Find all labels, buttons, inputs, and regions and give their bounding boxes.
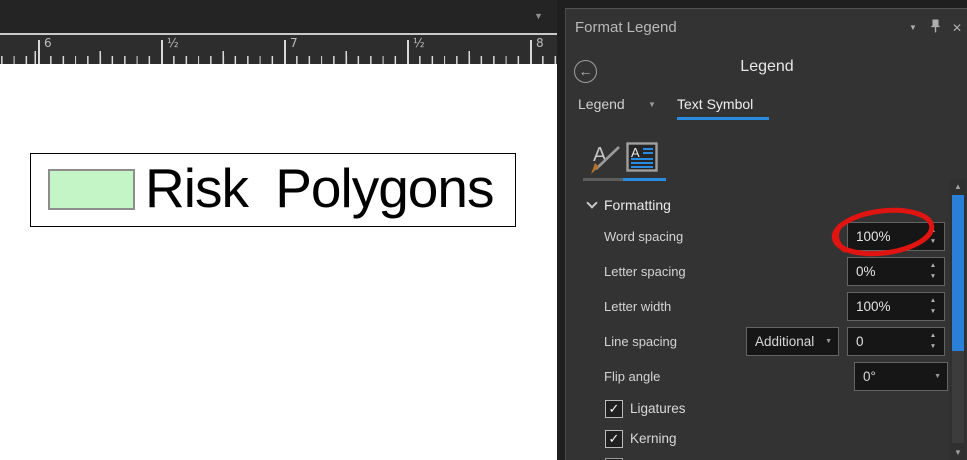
scroll-up-icon[interactable]: ▲ xyxy=(950,181,966,193)
spinner-up-icon[interactable]: ▲ xyxy=(926,225,940,236)
icon-tab-underline-active xyxy=(623,178,666,181)
view-dropdown-icon[interactable]: ▼ xyxy=(534,11,543,21)
section-formatting[interactable]: Formatting xyxy=(604,197,671,213)
ruler-label: ½ xyxy=(167,36,179,50)
tab-symbol-general[interactable]: A xyxy=(587,139,625,178)
ruler-label: 7 xyxy=(290,36,298,50)
ruler-mark: ½ xyxy=(407,35,447,64)
line-spacing-input[interactable]: 0 ▲ ▼ xyxy=(847,327,945,356)
icon-tab-underline-inactive xyxy=(583,178,623,181)
spinner-up-icon[interactable]: ▲ xyxy=(926,260,940,271)
paragraph-format-icon: A xyxy=(626,142,658,172)
line-spacing-value[interactable]: 0 xyxy=(856,334,864,349)
arcgis-pro-window: ▼ 6 ½ 7 ½ 8 Risk Polygons Format Legend … xyxy=(0,0,967,460)
chevron-down-icon[interactable] xyxy=(586,197,598,209)
word-spacing-label: Word spacing xyxy=(604,229,684,244)
ruler-mark: 8 xyxy=(530,35,557,64)
pane-menu-caret-icon[interactable]: ▼ xyxy=(904,19,922,37)
line-spacing-label: Line spacing xyxy=(604,334,677,349)
layout-view: ▼ 6 ½ 7 ½ 8 Risk Polygons xyxy=(0,0,557,460)
ruler-medium-ticks xyxy=(0,51,557,64)
flip-angle-label: Flip angle xyxy=(604,369,661,384)
word-spacing-value[interactable]: 100% xyxy=(856,229,891,244)
spinner-up-icon[interactable]: ▲ xyxy=(926,330,940,341)
checkmark-icon: ✓ xyxy=(608,432,620,447)
view-top-strip: ▼ xyxy=(0,0,557,33)
ligatures-checkbox[interactable]: ✓ xyxy=(605,400,623,418)
legend-swatch-polygon[interactable] xyxy=(48,169,135,210)
scrollbar-track-lower[interactable] xyxy=(952,351,964,443)
spinner-down-icon[interactable]: ▼ xyxy=(926,306,940,317)
legend-item-label[interactable]: Risk Polygons xyxy=(145,153,494,223)
ruler-mark: 7 xyxy=(284,35,324,64)
ruler-label: 8 xyxy=(536,36,544,50)
line-spacing-mode-dropdown[interactable]: Additional ▼ xyxy=(746,327,839,356)
ruler-mark: ½ xyxy=(161,35,201,64)
svg-text:A: A xyxy=(631,145,640,160)
ligatures-label[interactable]: Ligatures xyxy=(630,401,686,416)
spinner-up-icon[interactable]: ▲ xyxy=(926,295,940,306)
letter-spacing-label: Letter spacing xyxy=(604,264,686,279)
kerning-checkbox[interactable]: ✓ xyxy=(605,430,623,448)
letter-width-value[interactable]: 100% xyxy=(856,299,891,314)
spinner-down-icon[interactable]: ▼ xyxy=(926,341,940,352)
ruler-label: 6 xyxy=(44,36,52,50)
legend-element[interactable]: Risk Polygons xyxy=(30,153,516,227)
pane-close-icon[interactable]: ✕ xyxy=(948,19,966,37)
scroll-down-icon[interactable]: ▼ xyxy=(950,447,966,459)
letter-spacing-input[interactable]: 0% ▲ ▼ xyxy=(847,257,945,286)
tab-legend[interactable]: Legend xyxy=(578,96,625,112)
svg-text:A: A xyxy=(593,144,607,166)
scrollbar-thumb[interactable] xyxy=(952,195,964,351)
layout-page[interactable]: Risk Polygons xyxy=(0,64,557,460)
tab-text-symbol[interactable]: Text Symbol xyxy=(677,96,753,112)
ruler-mark: 6 xyxy=(38,35,78,64)
letter-width-input[interactable]: 100% ▲ ▼ xyxy=(847,292,945,321)
pane-heading: Legend xyxy=(740,58,794,75)
font-brush-icon: A xyxy=(591,144,620,174)
pane-title: Format Legend xyxy=(575,19,677,36)
checkmark-icon: ✓ xyxy=(608,402,620,417)
kerning-label[interactable]: Kerning xyxy=(630,431,677,446)
spinner-down-icon[interactable]: ▼ xyxy=(926,236,940,247)
word-spacing-input[interactable]: 100% ▲ ▼ xyxy=(847,222,945,251)
format-legend-pane: Format Legend ▼ ✕ ← Legend Legend ▼ Text… xyxy=(557,0,967,460)
flip-angle-dropdown[interactable]: 0° ▼ xyxy=(854,362,948,391)
letter-spacing-value[interactable]: 0% xyxy=(856,264,876,279)
spinner-down-icon[interactable]: ▼ xyxy=(926,271,940,282)
dropdown-caret-icon[interactable]: ▼ xyxy=(825,338,832,345)
dropdown-caret-icon[interactable]: ▼ xyxy=(934,373,941,380)
ruler-label: ½ xyxy=(413,36,425,50)
format-legend-pane-body: Format Legend ▼ ✕ ← Legend Legend ▼ Text… xyxy=(565,8,967,460)
tab-symbol-formatting[interactable]: A xyxy=(626,142,658,175)
flip-angle-value: 0° xyxy=(863,369,876,384)
letter-width-label: Letter width xyxy=(604,299,672,314)
pane-pin-icon[interactable] xyxy=(926,19,944,37)
line-spacing-mode-value: Additional xyxy=(755,334,815,349)
horizontal-ruler: 6 ½ 7 ½ 8 xyxy=(0,33,557,64)
tab-legend-caret-icon[interactable]: ▼ xyxy=(648,100,656,109)
tab-active-underline xyxy=(677,117,769,120)
pane-scrollbar[interactable]: ▲ ▼ xyxy=(950,179,966,460)
